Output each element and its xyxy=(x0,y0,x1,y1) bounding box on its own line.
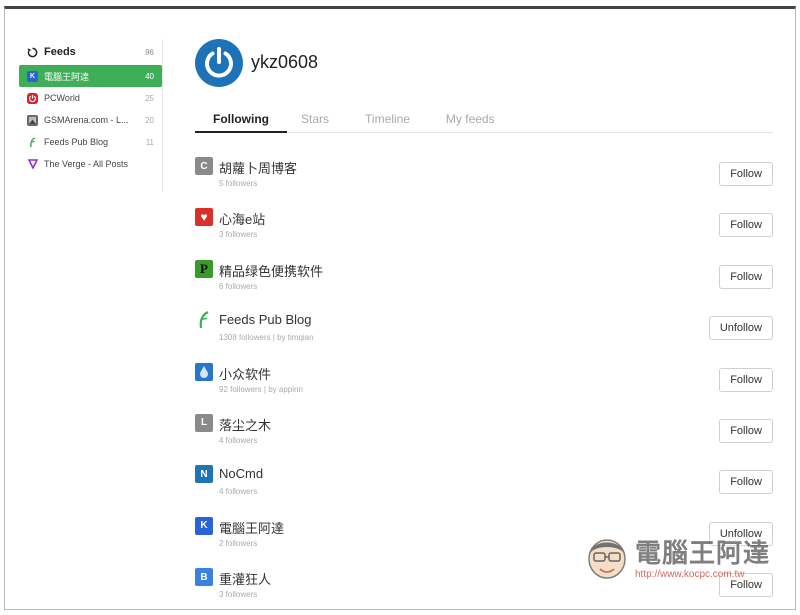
tab-my-feeds[interactable]: My feeds xyxy=(428,109,513,133)
feed-followers: 2 followers xyxy=(219,538,258,548)
follow-button[interactable]: Follow xyxy=(719,573,773,598)
list-item: B 重灌狂人 3 followers Follow xyxy=(195,566,773,609)
feed-title[interactable]: 落尘之木 xyxy=(219,415,271,434)
feeds-sidebar: Feeds 96 K 電腦王阿達 40 PCWorld 25 GSMArena.… xyxy=(19,39,163,191)
sidebar-item-label: The Verge - All Posts xyxy=(44,159,129,169)
feed-followers: 5 followers xyxy=(219,179,258,188)
avatar xyxy=(195,39,243,87)
feed-followers: 4 followers xyxy=(219,435,258,445)
heart-icon: ♥ xyxy=(195,208,213,227)
sidebar-item-count: 25 xyxy=(145,93,154,103)
sidebar-header-count: 96 xyxy=(145,47,154,57)
list-item: Feeds Pub Blog 1308 followers | by timqi… xyxy=(195,309,773,360)
power-icon xyxy=(205,47,233,78)
follow-button[interactable]: Follow xyxy=(719,470,773,495)
profile-tabs: Following Stars Timeline My feeds xyxy=(195,109,773,133)
kocpc-icon: K xyxy=(27,70,38,82)
sidebar-item-feeds-pub-blog[interactable]: Feeds Pub Blog 11 xyxy=(19,131,162,153)
sidebar-item-label: Feeds Pub Blog xyxy=(44,137,109,147)
following-list: C 胡蘿卜周博客 5 followers Follow ♥ 心海e站 3 fol… xyxy=(195,155,773,609)
feed-followers: 92 followers | by appinn xyxy=(219,384,303,394)
tab-following[interactable]: Following xyxy=(195,109,287,133)
sidebar-item-label: GSMArena.com - L... xyxy=(44,115,129,125)
list-item: N NoCmd 4 followers Follow xyxy=(195,463,773,514)
follow-button[interactable]: Follow xyxy=(719,213,773,238)
feed-title[interactable]: 胡蘿卜周博客 xyxy=(219,158,297,177)
follow-button[interactable]: Follow xyxy=(719,162,773,186)
sidebar-item-the-verge[interactable]: The Verge - All Posts xyxy=(19,153,162,175)
droplet-icon xyxy=(195,362,213,381)
sidebar-item-pcworld[interactable]: PCWorld 25 xyxy=(19,87,162,109)
feed-followers: 4 followers xyxy=(219,487,258,497)
sidebar-item-label: 電腦王阿達 xyxy=(44,71,90,82)
sidebar-item-gsmarena[interactable]: GSMArena.com - L... 20 xyxy=(19,109,162,131)
list-item: K 電腦王阿達 2 followers Unfollow xyxy=(195,515,773,566)
tab-stars[interactable]: Stars xyxy=(287,109,347,133)
feed-title[interactable]: 重灌狂人 xyxy=(219,569,271,588)
feed-title[interactable]: 小众软件 xyxy=(219,364,271,383)
app-window: Feeds 96 K 電腦王阿達 40 PCWorld 25 GSMArena.… xyxy=(4,6,796,610)
feed-title[interactable]: 精品绿色便携软件 xyxy=(219,261,323,280)
feed-letter-icon: P xyxy=(195,259,213,278)
list-item: ♥ 心海e站 3 followers Follow xyxy=(195,206,773,257)
feed-letter-icon: K xyxy=(195,516,213,535)
feed-letter-icon: N xyxy=(195,465,213,484)
refresh-icon[interactable] xyxy=(27,47,38,58)
feed-title[interactable]: Feeds Pub Blog xyxy=(219,312,312,327)
follow-button[interactable]: Follow xyxy=(719,367,773,392)
feed-followers: 3 followers xyxy=(219,590,258,600)
power-icon xyxy=(27,92,38,104)
username: ykz0608 xyxy=(251,52,319,72)
gsmarena-icon xyxy=(27,114,38,126)
sidebar-item-label: PCWorld xyxy=(44,93,80,103)
leaf-icon xyxy=(27,136,38,148)
follow-button[interactable]: Follow xyxy=(719,418,773,443)
feed-letter-icon: B xyxy=(195,568,213,587)
feed-followers: 1308 followers | by timqian xyxy=(219,333,314,343)
list-item: L 落尘之木 4 followers Follow xyxy=(195,412,773,463)
verge-icon xyxy=(27,159,38,170)
unfollow-button[interactable]: Unfollow xyxy=(708,316,773,341)
sidebar-item-count: 11 xyxy=(145,137,154,147)
list-item: 小众软件 92 followers | by appinn Follow xyxy=(195,361,773,412)
leaf-icon xyxy=(195,311,213,329)
sidebar-item-count: 20 xyxy=(145,115,154,125)
feed-followers: 6 followers xyxy=(219,281,258,291)
follow-button[interactable]: Follow xyxy=(719,264,773,289)
tab-timeline[interactable]: Timeline xyxy=(347,109,428,133)
sidebar-item-count: 40 xyxy=(145,71,154,81)
list-item: C 胡蘿卜周博客 5 followers Follow xyxy=(195,155,773,206)
sidebar-header-feeds[interactable]: Feeds 96 xyxy=(19,39,162,65)
feed-title[interactable]: NoCmd xyxy=(219,466,263,481)
list-item: P 精品绿色便携软件 6 followers Follow xyxy=(195,258,773,309)
feed-title[interactable]: 電腦王阿達 xyxy=(219,518,284,537)
feed-title[interactable]: 心海e站 xyxy=(219,209,265,228)
feed-followers: 3 followers xyxy=(219,230,258,240)
sidebar-header-label: Feeds xyxy=(44,46,76,58)
sidebar-item-kocpc[interactable]: K 電腦王阿達 40 xyxy=(19,65,162,87)
feed-letter-icon: L xyxy=(195,413,213,432)
feed-letter-icon: C xyxy=(195,157,213,175)
unfollow-button[interactable]: Unfollow xyxy=(708,521,773,546)
